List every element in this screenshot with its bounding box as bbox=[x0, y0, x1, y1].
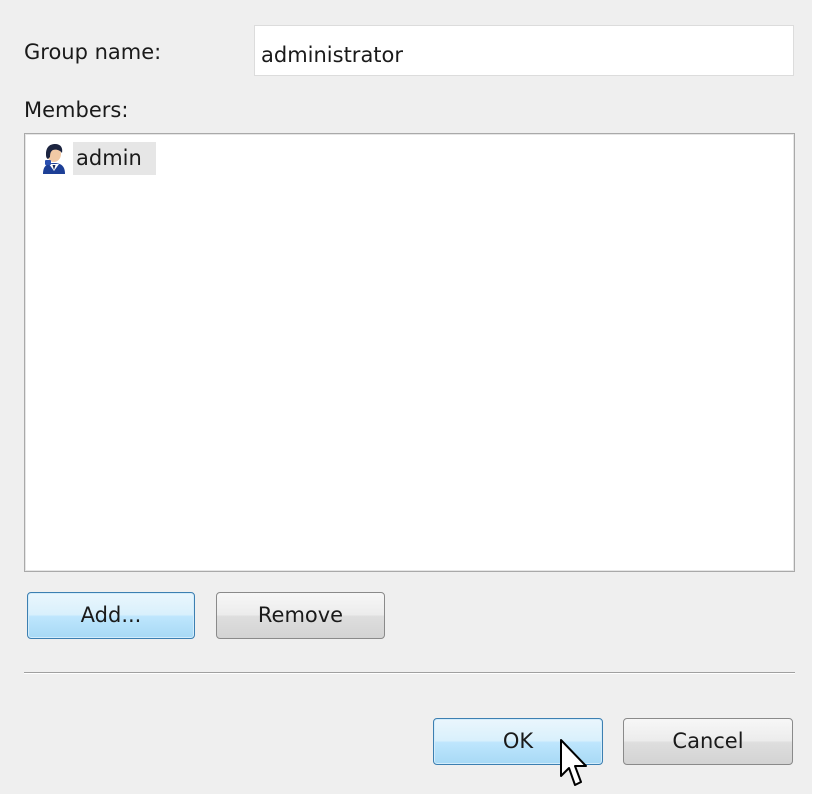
add-button[interactable]: Add... bbox=[27, 592, 195, 639]
list-item[interactable]: admin bbox=[41, 142, 156, 175]
group-properties-dialog: Group name: Members: admin Add... Remove… bbox=[0, 0, 818, 794]
remove-button[interactable]: Remove bbox=[216, 592, 385, 639]
user-icon bbox=[43, 143, 65, 174]
members-label: Members: bbox=[24, 98, 129, 122]
group-name-input[interactable] bbox=[254, 25, 794, 76]
group-name-label: Group name: bbox=[24, 40, 162, 64]
members-list[interactable]: admin bbox=[24, 133, 795, 572]
mouse-cursor-icon bbox=[560, 739, 587, 786]
window-edge bbox=[812, 0, 818, 794]
cancel-button[interactable]: Cancel bbox=[623, 718, 793, 765]
member-name: admin bbox=[73, 142, 156, 175]
separator bbox=[24, 672, 795, 674]
